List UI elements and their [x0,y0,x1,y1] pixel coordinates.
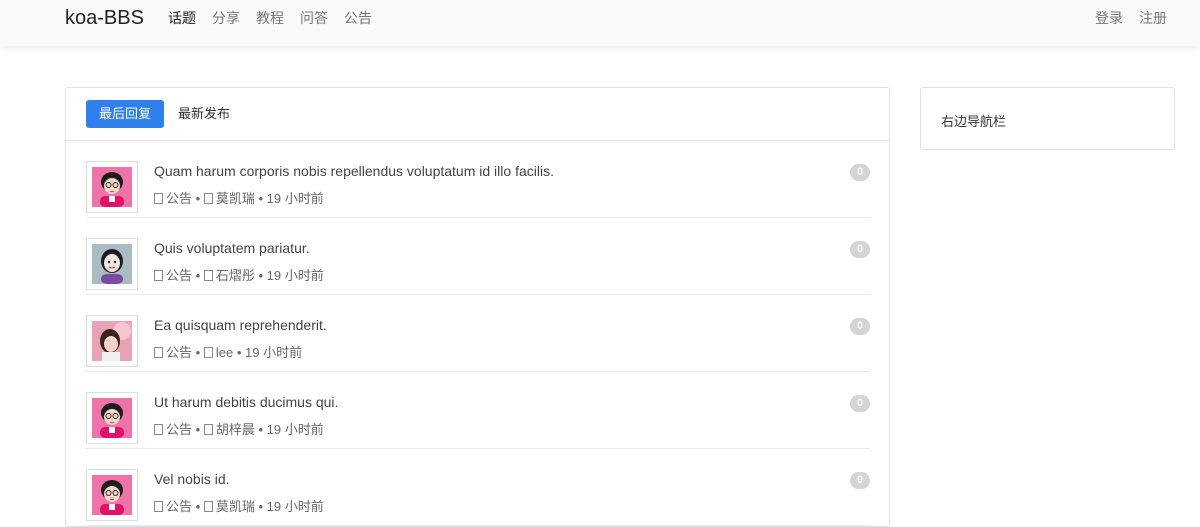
author-avatar[interactable] [86,315,138,367]
author-avatar[interactable] [86,469,138,521]
meta-separator: • [195,422,201,437]
topic-list-card: 最后回复 最新发布 Quam harum corporis nobis repe… [65,87,890,527]
category-icon [154,193,163,204]
meta-separator: • [195,268,201,283]
register-link[interactable]: 注册 [1139,9,1167,27]
meta-separator: • [258,191,264,206]
meta-separator: • [258,268,264,283]
topic-title[interactable]: Ea quisquam reprehenderit. [154,317,327,333]
user-icon [203,347,213,358]
topic-meta: 公告 • 莫凯瑞 • 19 小时前 [154,496,324,515]
reply-count-badge: 0 [850,318,870,335]
topic-author[interactable]: 石熠彤 [216,268,255,283]
topic-meta: 公告 • lee • 19 小时前 [154,342,302,361]
topic-time: 19 小时前 [266,191,324,206]
category-icon [154,270,163,281]
nav-link-topics[interactable]: 话题 [168,9,196,27]
topic-time: 19 小时前 [266,268,324,283]
user-icon [203,270,213,281]
login-link[interactable]: 登录 [1095,9,1123,27]
category-icon [154,347,163,358]
author-avatar[interactable] [86,238,138,290]
topic-item[interactable]: Vel nobis id. 公告 • 莫凯瑞 • 19 小时前 0 [86,449,870,526]
meta-separator: • [258,422,264,437]
topic-author[interactable]: lee [216,345,233,360]
topic-title[interactable]: Quam harum corporis nobis repellendus vo… [154,163,554,179]
topic-author[interactable]: 胡梓晨 [216,422,255,437]
topic-title[interactable]: Vel nobis id. [154,471,230,487]
avatar-image [92,475,132,515]
category-icon [154,501,163,512]
author-avatar[interactable] [86,392,138,444]
avatar-image [92,167,132,207]
tab-newest[interactable]: 最新发布 [165,100,243,128]
sidebar-card: 右边导航栏 [920,87,1175,150]
topic-meta: 公告 • 石熠彤 • 19 小时前 [154,265,324,284]
main-nav: 话题 分享 教程 问答 公告 [168,9,372,27]
topic-meta: 公告 • 胡梓晨 • 19 小时前 [154,419,324,438]
user-icon [203,501,213,512]
nav-link-announcement[interactable]: 公告 [344,9,372,27]
meta-separator: • [258,499,264,514]
meta-separator: • [195,499,201,514]
topic-category[interactable]: 公告 [166,499,192,514]
nav-link-share[interactable]: 分享 [212,9,240,27]
topic-time: 19 小时前 [245,345,303,360]
avatar-image [92,321,132,361]
author-avatar[interactable] [86,161,138,213]
topic-category[interactable]: 公告 [166,268,192,283]
topic-meta: 公告 • 莫凯瑞 • 19 小时前 [154,188,324,207]
topic-time: 19 小时前 [266,499,324,514]
category-icon [154,424,163,435]
user-icon [203,424,213,435]
reply-count-badge: 0 [850,164,870,181]
topic-item[interactable]: Quam harum corporis nobis repellendus vo… [86,141,870,218]
top-navbar: koa-BBS 话题 分享 教程 问答 公告 登录 注册 [0,0,1200,46]
topic-item[interactable]: Ut harum debitis ducimus qui. 公告 • 胡梓晨 • … [86,372,870,449]
brand-logo[interactable]: koa-BBS [65,6,144,30]
topic-list-header: 最后回复 最新发布 [66,88,889,141]
topic-category[interactable]: 公告 [166,422,192,437]
nav-link-tutorial[interactable]: 教程 [256,9,284,27]
reply-count-badge: 0 [850,395,870,412]
topic-item[interactable]: Ea quisquam reprehenderit. 公告 • lee • 19 … [86,295,870,372]
topic-category[interactable]: 公告 [166,345,192,360]
tab-last-reply[interactable]: 最后回复 [86,100,165,128]
reply-count-badge: 0 [850,472,870,489]
sidebar-title: 右边导航栏 [941,114,1007,129]
meta-separator: • [236,345,242,360]
avatar-image [92,244,132,284]
meta-separator: • [195,191,201,206]
topic-time: 19 小时前 [266,422,324,437]
topic-author[interactable]: 莫凯瑞 [216,499,255,514]
auth-nav: 登录 注册 [1095,9,1167,27]
topic-author[interactable]: 莫凯瑞 [216,191,255,206]
nav-link-qa[interactable]: 问答 [300,9,328,27]
topic-title[interactable]: Quis voluptatem pariatur. [154,240,310,256]
avatar-image [92,398,132,438]
topic-category[interactable]: 公告 [166,191,192,206]
reply-count-badge: 0 [850,241,870,258]
user-icon [203,193,213,204]
meta-separator: • [195,345,201,360]
topic-item[interactable]: Quis voluptatem pariatur. 公告 • 石熠彤 • 19 小… [86,218,870,295]
topic-title[interactable]: Ut harum debitis ducimus qui. [154,394,338,410]
